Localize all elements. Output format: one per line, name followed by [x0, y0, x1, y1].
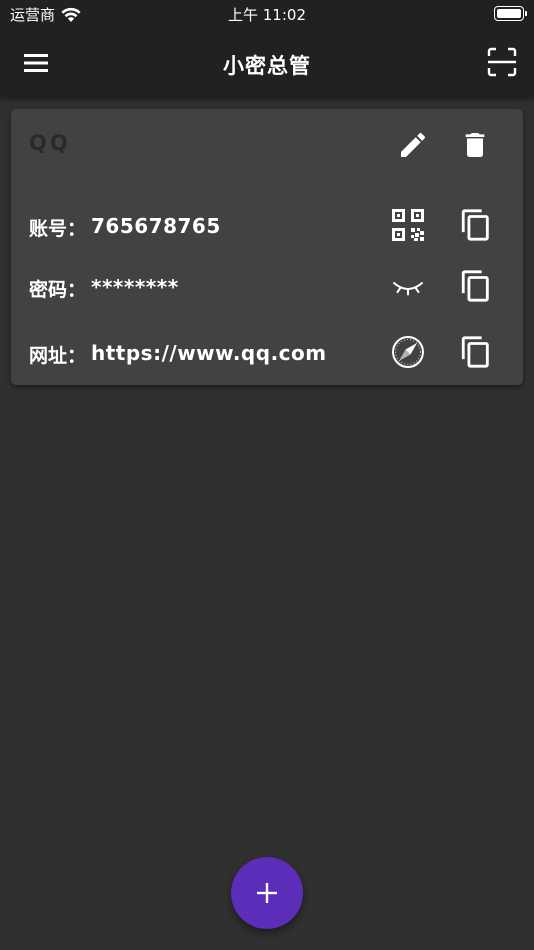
copy-account-button[interactable] [459, 208, 493, 242]
battery-indicator [494, 6, 527, 21]
account-value: 765678765 [91, 214, 221, 238]
add-entry-button[interactable] [231, 857, 303, 929]
password-row: 密码： ******** [29, 267, 505, 307]
status-bar: 运营商 上午 11:02 [0, 0, 534, 28]
password-label: 密码： [29, 279, 87, 301]
copy-url-button[interactable] [459, 335, 493, 369]
card-divider [29, 186, 505, 187]
copy-icon [459, 335, 493, 369]
password-value: ******** [91, 275, 179, 299]
copy-icon [459, 269, 493, 303]
eye-closed-icon [391, 269, 425, 303]
battery-icon [494, 6, 527, 21]
card-title: QQ [29, 131, 71, 155]
url-value: https://www.qq.com [91, 341, 327, 365]
scan-icon [486, 46, 518, 78]
compass-icon [391, 335, 425, 369]
toggle-password-button[interactable] [391, 269, 425, 303]
open-url-button[interactable] [391, 335, 425, 369]
battery-fill [497, 9, 521, 18]
app-bar: 小密总管 [0, 28, 534, 98]
trash-icon [459, 129, 491, 161]
account-label: 账号： [29, 218, 87, 240]
edit-button[interactable] [397, 129, 429, 161]
account-row: 账号： 765678765 [29, 206, 505, 246]
plus-icon [255, 881, 279, 905]
screen: 运营商 上午 11:02 小密总管 QQ 账号： 765678765 密码： *… [0, 0, 534, 950]
qr-code-button[interactable] [391, 208, 425, 242]
copy-icon [459, 208, 493, 242]
copy-password-button[interactable] [459, 269, 493, 303]
scan-button[interactable] [486, 46, 518, 78]
status-time: 上午 11:02 [228, 6, 306, 24]
account-card: QQ 账号： 765678765 密码： ******** 网址： https:… [11, 109, 523, 385]
page-title: 小密总管 [223, 54, 311, 78]
qr-code-icon [391, 208, 425, 242]
url-row: 网址： https://www.qq.com [29, 333, 505, 373]
pencil-icon [397, 129, 429, 161]
url-label: 网址： [29, 345, 87, 367]
delete-button[interactable] [459, 129, 491, 161]
